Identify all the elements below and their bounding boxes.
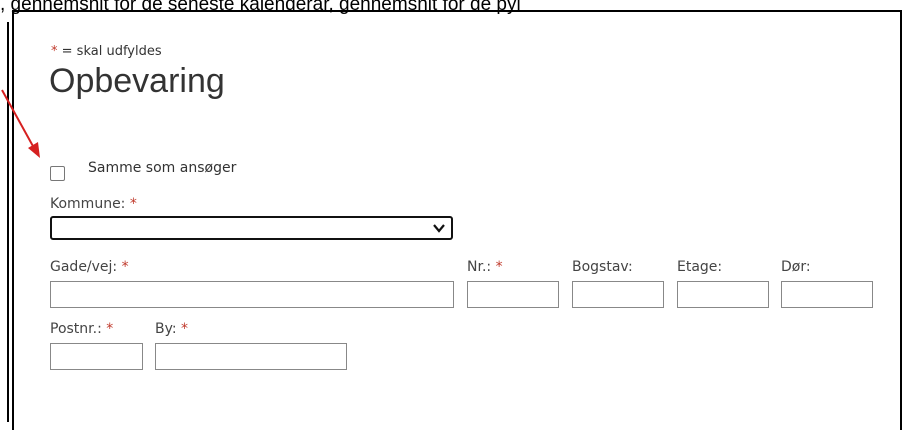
floor-label: Etage: [677,259,723,275]
street-label: Gade/vej: * [50,259,129,275]
same-as-applicant-label: Samme som ansøger [88,160,237,176]
letter-label: Bogstav: [572,259,633,275]
same-as-applicant-checkbox[interactable] [50,166,65,181]
kommune-select[interactable] [50,216,453,240]
page-title: Opbevaring [49,62,225,100]
city-input[interactable] [155,343,347,370]
required-note: * = skal udfyldes [51,44,162,59]
chevron-down-icon [433,224,445,233]
door-input[interactable] [781,281,873,308]
annotation-arrow [1,89,40,158]
kommune-label: Kommune: * [50,196,137,212]
city-label: By: * [155,321,189,337]
number-input[interactable] [467,281,559,308]
floor-input[interactable] [677,281,769,308]
required-note-text: = skal udfyldes [61,44,162,59]
number-label: Nr.: * [467,259,503,275]
postcode-input[interactable] [50,343,143,370]
required-star: * [51,44,58,59]
door-label: Dør: [781,259,811,275]
window-frame-line [7,22,9,422]
postcode-label: Postnr.: * [50,321,114,337]
letter-input[interactable] [572,281,664,308]
street-input[interactable] [50,281,454,308]
